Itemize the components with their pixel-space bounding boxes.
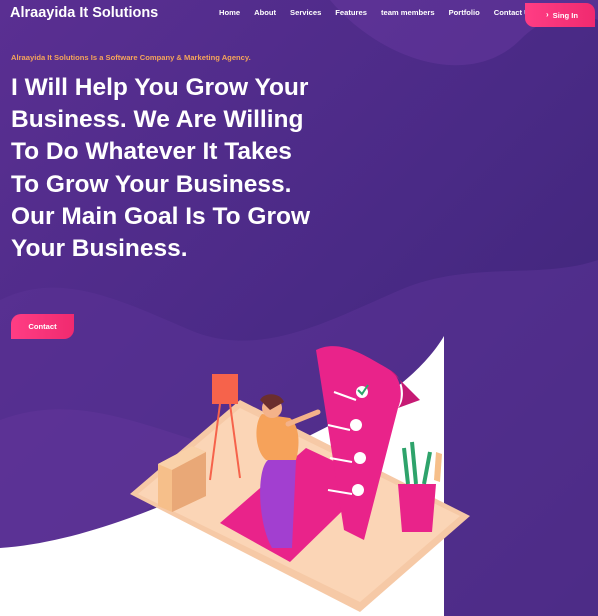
chevron-right-icon: › [546,10,549,19]
sign-in-label: Sing In [552,10,578,20]
contact-button[interactable]: Contact [11,314,74,339]
nav-team-members[interactable]: team members [381,8,435,17]
brand-logo-text[interactable]: Alraayida It Solutions [10,5,158,21]
nav-services[interactable]: Services [290,8,321,17]
hero-tagline: Alraayida It Solutions Is a Software Com… [11,53,251,62]
nav-home[interactable]: Home [219,8,240,17]
nav-features[interactable]: Features [335,8,367,17]
main-menu: Home About Services Features team member… [219,8,534,17]
nav-portfolio[interactable]: Portfolio [449,8,480,17]
nav-about[interactable]: About [254,8,276,17]
sign-in-button[interactable]: › Sing In [525,3,595,27]
top-navbar: Alraayida It Solutions Home About Servic… [0,0,598,30]
hero-headline: I Will Help You Grow Your Business. We A… [11,74,311,263]
hero-illustration [130,346,470,612]
